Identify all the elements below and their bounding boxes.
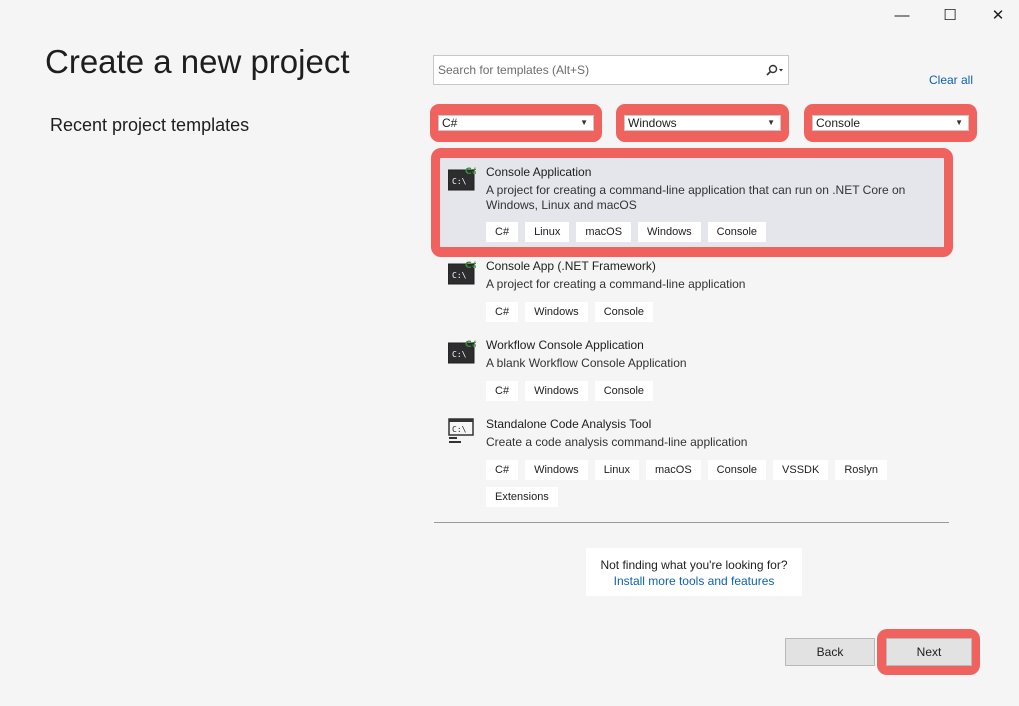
template-tags: C# Linux macOS Windows Console: [486, 222, 926, 242]
svg-text:C:\: C:\: [452, 177, 467, 186]
tag: C#: [486, 381, 519, 401]
template-tags: C# Windows Linux macOS Console VSSDK Ros…: [486, 460, 926, 507]
project-type-filter-highlight: Console ▼: [804, 104, 977, 142]
template-name: Standalone Code Analysis Tool: [486, 417, 652, 431]
template-item-workflow-console-application[interactable]: C:\ C# Workflow Console Application A bl…: [447, 338, 948, 402]
tag: Console: [594, 302, 654, 322]
template-item-console-app-net-framework[interactable]: C:\ C# Console App (.NET Framework) A pr…: [447, 259, 948, 323]
close-button[interactable]: ✕: [978, 4, 1018, 26]
recent-templates-heading: Recent project templates: [50, 115, 250, 135]
page-title: Create a new project: [45, 43, 350, 80]
console-csharp-icon: C:\ C#: [447, 338, 479, 364]
template-tags: C# Windows Console: [486, 302, 926, 322]
tag: Linux: [594, 460, 639, 480]
chevron-down-icon: ▼: [955, 118, 963, 127]
template-name: Workflow Console Application: [486, 338, 644, 352]
template-name: Console App (.NET Framework): [486, 259, 656, 273]
tag: Extensions: [486, 487, 558, 507]
back-button[interactable]: Back: [785, 638, 875, 666]
template-search-box[interactable]: [433, 55, 789, 85]
svg-text:C:\: C:\: [452, 350, 467, 359]
tag: Windows: [525, 460, 588, 480]
template-tags: C# Windows Console: [486, 381, 926, 401]
minimize-button[interactable]: —: [882, 4, 922, 26]
tag: Roslyn: [835, 460, 887, 480]
template-item-console-application[interactable]: C:\ C# Console Application A project for…: [447, 165, 948, 245]
tag: VSSDK: [773, 460, 829, 480]
language-filter-highlight: C# ▼: [430, 104, 602, 142]
tag: Windows: [638, 222, 701, 242]
platform-filter-highlight: Windows ▼: [616, 104, 789, 142]
svg-text:C#: C#: [465, 167, 476, 177]
tag: C#: [486, 222, 519, 242]
clear-all-link[interactable]: Clear all: [929, 73, 973, 87]
language-filter-value: C#: [442, 116, 458, 130]
tag: Console: [594, 381, 654, 401]
tag: Console: [707, 222, 767, 242]
tag: Console: [707, 460, 767, 480]
language-filter-dropdown[interactable]: C# ▼: [438, 115, 594, 131]
tag: Linux: [525, 222, 570, 242]
tag: macOS: [645, 460, 701, 480]
console-csharp-icon: C:\ C#: [447, 165, 479, 191]
template-description: A blank Workflow Console Application: [486, 356, 687, 370]
console-csharp-icon: C:\ C#: [447, 259, 479, 285]
next-button[interactable]: Next: [886, 638, 972, 666]
search-input[interactable]: [434, 56, 760, 84]
tag: macOS: [576, 222, 632, 242]
code-analysis-icon: C:\: [448, 417, 476, 443]
chevron-down-icon: ▼: [580, 118, 588, 127]
tag: C#: [486, 460, 519, 480]
not-finding-panel: Not finding what you're looking for? Ins…: [586, 548, 802, 596]
template-description: Create a code analysis command-line appl…: [486, 435, 748, 449]
template-item-standalone-code-analysis-tool[interactable]: C:\ Standalone Code Analysis Tool Create…: [448, 417, 948, 507]
template-description: A project for creating a command-line ap…: [486, 277, 746, 291]
platform-filter-value: Windows: [628, 116, 677, 130]
svg-text:C:\: C:\: [452, 425, 467, 434]
template-description: A project for creating a command-line ap…: [486, 183, 906, 212]
not-finding-text: Not finding what you're looking for?: [600, 558, 788, 572]
tag: C#: [486, 302, 519, 322]
project-type-filter-dropdown[interactable]: Console ▼: [812, 115, 969, 131]
svg-text:C:\: C:\: [452, 271, 467, 280]
next-button-highlight: Next: [877, 629, 980, 675]
chevron-down-icon: ▼: [767, 118, 775, 127]
svg-text:C#: C#: [465, 261, 476, 271]
tag: Windows: [525, 302, 588, 322]
platform-filter-dropdown[interactable]: Windows ▼: [624, 115, 781, 131]
install-more-tools-link[interactable]: Install more tools and features: [586, 574, 802, 588]
maximize-button[interactable]: ☐: [930, 4, 970, 26]
search-icon[interactable]: [760, 64, 788, 76]
divider: [434, 522, 949, 523]
template-name: Console Application: [486, 165, 592, 179]
svg-text:C#: C#: [465, 340, 476, 350]
tag: Windows: [525, 381, 588, 401]
project-type-filter-value: Console: [816, 116, 861, 130]
